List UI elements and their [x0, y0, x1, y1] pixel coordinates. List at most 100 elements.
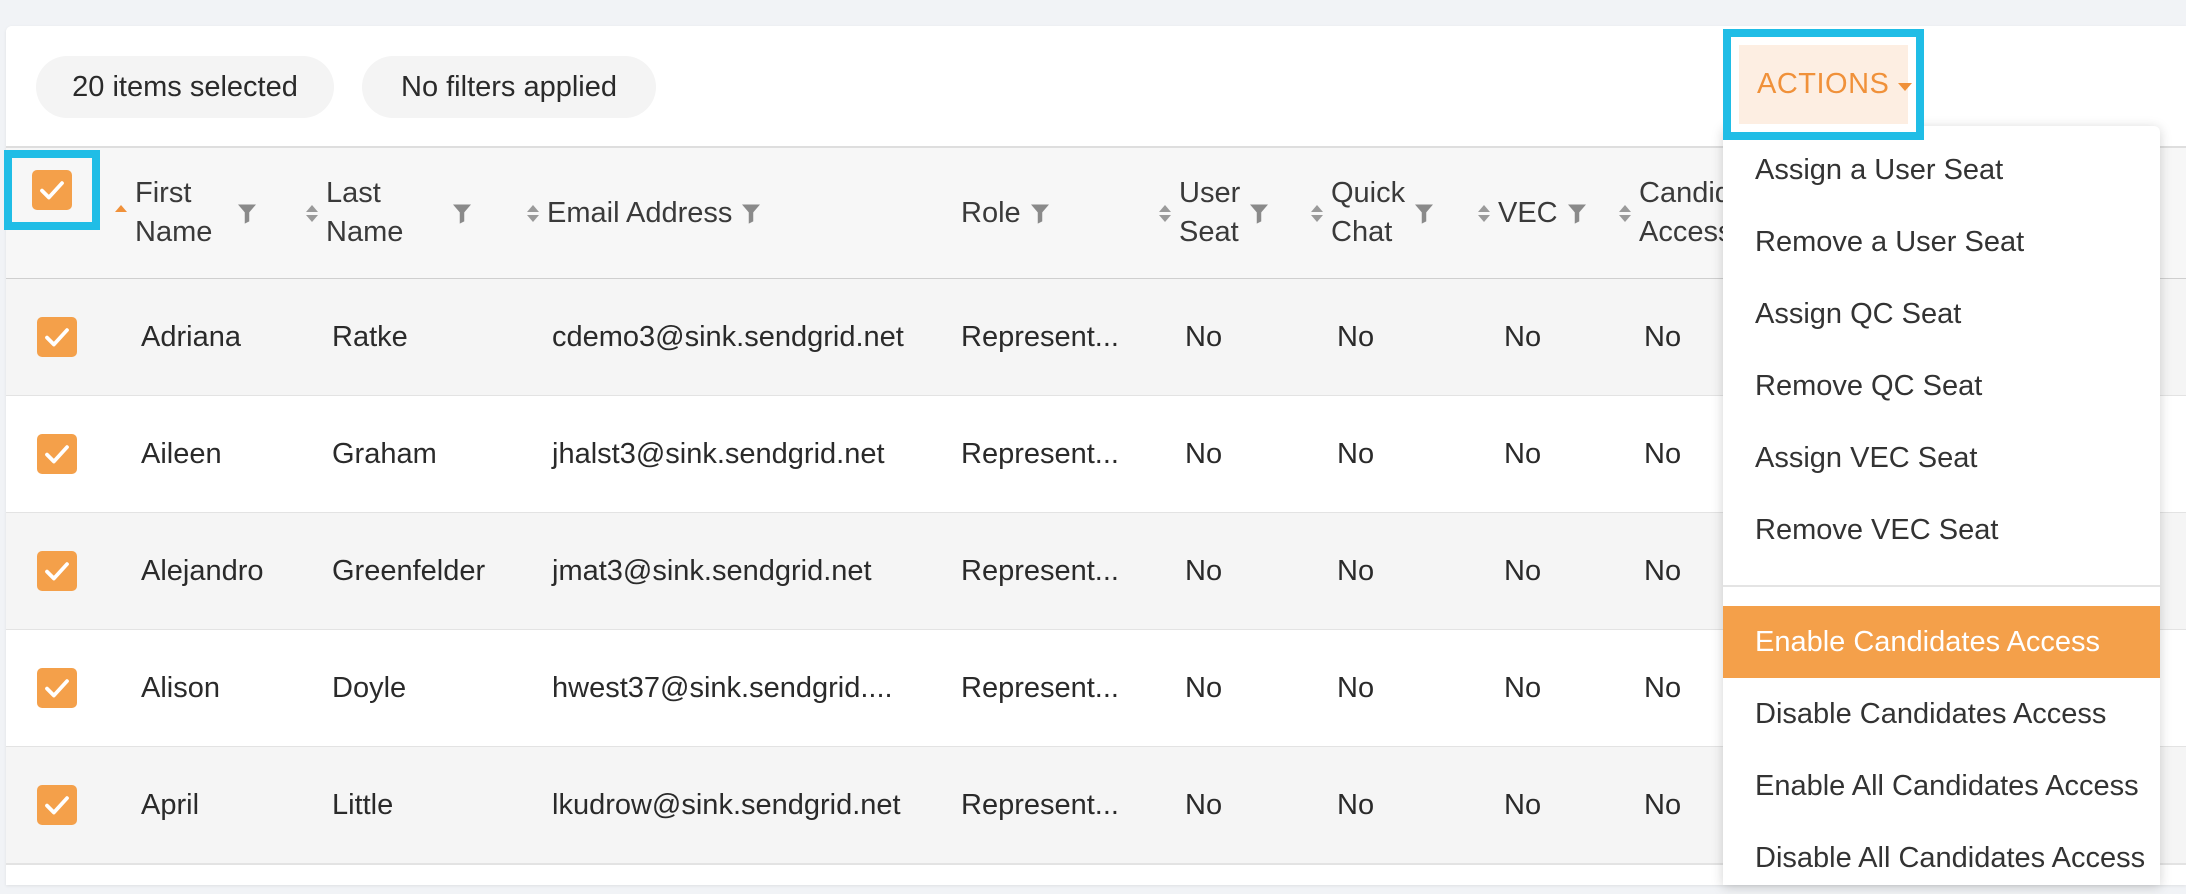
column-header-label: Chat	[1331, 216, 1393, 248]
row-checkbox[interactable]	[37, 785, 77, 825]
cell-user-seat: No	[1185, 320, 1223, 353]
filter-icon[interactable]	[1031, 203, 1049, 224]
checkmark-icon	[42, 322, 72, 352]
row-checkbox[interactable]	[37, 668, 77, 708]
checkmark-icon	[42, 790, 72, 820]
menu-item-assign-vec-seat[interactable]: Assign VEC Seat	[1723, 422, 2160, 494]
cell-email: lkudrow@sink.sendgrid.net	[552, 788, 901, 821]
select-all-checkbox[interactable]	[32, 170, 72, 210]
column-header-label: Name	[135, 216, 213, 248]
menu-item-remove-vec-seat[interactable]: Remove VEC Seat	[1723, 494, 2160, 566]
cell-candidates-access: No	[1644, 320, 1682, 353]
cell-last-name: Doyle	[332, 671, 407, 704]
column-header-first-name[interactable]: First Name	[115, 148, 256, 278]
column-header-candidates-access[interactable]: Candid Access	[1619, 148, 1732, 278]
cell-candidates-access: No	[1644, 788, 1682, 821]
filter-icon[interactable]	[1415, 203, 1433, 224]
cell-role: Represent...	[961, 437, 1119, 470]
cell-role: Represent...	[961, 320, 1119, 353]
sort-ascending-icon[interactable]	[115, 204, 127, 222]
cell-vec: No	[1504, 320, 1542, 353]
cell-last-name: Ratke	[332, 320, 408, 353]
cell-vec: No	[1504, 788, 1542, 821]
cell-candidates-access: No	[1644, 671, 1682, 704]
cell-first-name: April	[141, 788, 200, 821]
cell-candidates-access: No	[1644, 554, 1682, 587]
actions-menu: Assign a User Seat Remove a User Seat As…	[1723, 126, 2160, 885]
cell-role: Represent...	[961, 671, 1119, 704]
cell-first-name: Alejandro	[141, 554, 264, 587]
cell-last-name: Greenfelder	[332, 554, 486, 587]
select-all-highlight	[4, 150, 100, 230]
cell-email: cdemo3@sink.sendgrid.net	[552, 320, 904, 353]
column-header-label: Name	[326, 216, 404, 248]
column-header-label: Role	[961, 196, 1021, 229]
sort-icon[interactable]	[527, 204, 539, 222]
column-header-label: VEC	[1498, 196, 1558, 229]
cell-user-seat: No	[1185, 437, 1223, 470]
cell-email: hwest37@sink.sendgrid....	[552, 671, 893, 704]
column-header-user-seat[interactable]: User Seat	[1159, 148, 1268, 278]
cell-vec: No	[1504, 671, 1542, 704]
cell-user-seat: No	[1185, 671, 1223, 704]
menu-item-assign-qc-seat[interactable]: Assign QC Seat	[1723, 278, 2160, 350]
column-header-label: Candid	[1639, 177, 1731, 209]
menu-item-disable-candidates-access[interactable]: Disable Candidates Access	[1723, 678, 2160, 750]
actions-dropdown-button[interactable]: ACTIONS	[1739, 45, 1913, 124]
sort-icon[interactable]	[1478, 204, 1490, 222]
sort-icon[interactable]	[1159, 204, 1171, 222]
row-checkbox[interactable]	[37, 434, 77, 474]
filter-icon[interactable]	[1568, 203, 1586, 224]
cell-quick-chat: No	[1337, 320, 1375, 353]
actions-label: ACTIONS	[1757, 68, 1890, 100]
filters-chip[interactable]: No filters applied	[362, 56, 656, 118]
sort-icon[interactable]	[1311, 204, 1323, 222]
column-header-label: Quick	[1331, 177, 1406, 209]
cell-quick-chat: No	[1337, 671, 1375, 704]
cell-user-seat: No	[1185, 788, 1223, 821]
menu-item-remove-qc-seat[interactable]: Remove QC Seat	[1723, 350, 2160, 422]
cell-user-seat: No	[1185, 554, 1223, 587]
sort-icon[interactable]	[1619, 204, 1631, 222]
column-header-vec[interactable]: VEC	[1478, 148, 1586, 278]
menu-item-assign-user-seat[interactable]: Assign a User Seat	[1723, 134, 2160, 206]
column-header-label: Seat	[1179, 216, 1239, 248]
cell-first-name: Aileen	[141, 437, 222, 470]
cell-first-name: Adriana	[141, 320, 241, 353]
filter-icon[interactable]	[742, 203, 760, 224]
cell-quick-chat: No	[1337, 437, 1375, 470]
actions-highlight: ACTIONS	[1723, 29, 1924, 140]
column-header-email[interactable]: Email Address	[527, 148, 760, 278]
menu-divider	[1723, 585, 2160, 587]
checkmark-icon	[37, 175, 67, 205]
cell-quick-chat: No	[1337, 554, 1375, 587]
column-header-label: Access	[1639, 216, 1733, 248]
cell-email: jhalst3@sink.sendgrid.net	[552, 437, 885, 470]
column-header-quick-chat[interactable]: Quick Chat	[1311, 148, 1433, 278]
filter-icon[interactable]	[238, 203, 256, 224]
cell-email: jmat3@sink.sendgrid.net	[552, 554, 872, 587]
cell-role: Represent...	[961, 554, 1119, 587]
cell-quick-chat: No	[1337, 788, 1375, 821]
cell-candidates-access: No	[1644, 437, 1682, 470]
column-header-role[interactable]: Role	[961, 148, 1049, 278]
menu-item-enable-all-candidates-access[interactable]: Enable All Candidates Access	[1723, 750, 2160, 822]
checkmark-icon	[42, 673, 72, 703]
checkmark-icon	[42, 556, 72, 586]
row-checkbox[interactable]	[37, 551, 77, 591]
cell-last-name: Graham	[332, 437, 437, 470]
menu-item-enable-candidates-access[interactable]: Enable Candidates Access	[1723, 606, 2160, 678]
sort-icon[interactable]	[306, 204, 318, 222]
checkmark-icon	[42, 439, 72, 469]
filter-icon[interactable]	[1250, 203, 1268, 224]
menu-item-disable-all-candidates-access[interactable]: Disable All Candidates Access	[1723, 822, 2160, 894]
column-header-label: Email Address	[547, 196, 733, 229]
column-header-last-name[interactable]: Last Name	[306, 148, 471, 278]
column-header-label: User	[1179, 177, 1241, 209]
selected-count-chip[interactable]: 20 items selected	[36, 56, 334, 118]
filter-icon[interactable]	[453, 203, 471, 224]
menu-item-remove-user-seat[interactable]: Remove a User Seat	[1723, 206, 2160, 278]
caret-down-icon	[1898, 82, 1913, 91]
row-checkbox[interactable]	[37, 317, 77, 357]
column-header-label: First	[135, 177, 192, 209]
